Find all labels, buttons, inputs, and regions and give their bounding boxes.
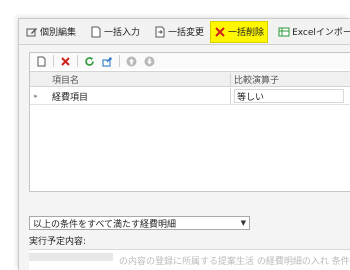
operator-value[interactable]: 等しい [234, 89, 344, 103]
bulk-input-label: 一括入力 [104, 28, 141, 38]
dialog-frame: 個別編集 一括入力 一括変更 一括削除 Excelインポー [18, 18, 350, 270]
bulk-delete-label: 一括削除 [228, 28, 265, 38]
exec-preview-text: の内容の登録に所属する提案生活 の経費明細の入れ 条件「経費項 [119, 257, 350, 267]
icon-separator [53, 55, 54, 67]
header-operator: 比較演算子 [230, 72, 350, 86]
toolbar: 個別編集 一括入力 一括変更 一括削除 Excelインポー [19, 19, 350, 45]
doc-icon [90, 26, 102, 38]
condition-panel: 項目名 比較演算子 ▸ 経費項目 等しい [29, 52, 350, 192]
move-down-icon[interactable] [143, 55, 156, 68]
x-icon [214, 26, 226, 38]
excel-import-label: Excelインポート [292, 28, 350, 38]
cell-operator[interactable]: 等しい [230, 88, 350, 104]
row-indicator-icon: ▸ [34, 92, 38, 100]
bulk-delete-button[interactable]: 一括削除 [210, 20, 269, 43]
header-field-name: 項目名 [52, 75, 80, 86]
new-doc-icon[interactable] [35, 55, 48, 68]
bulk-change-label: 一括変更 [168, 28, 205, 38]
redacted-block [29, 253, 113, 261]
refresh-icon[interactable] [83, 55, 96, 68]
excel-icon [278, 26, 290, 38]
doc-arrow-icon [154, 26, 166, 38]
chevron-down-icon: ▼ [240, 219, 246, 227]
export-icon[interactable] [101, 55, 114, 68]
individual-edit-button[interactable]: 個別編集 [22, 22, 80, 42]
condition-mode-value: 以上の条件をすべて満たす経費明細 [33, 219, 177, 230]
condition-toolbar [30, 53, 350, 69]
condition-mode-select[interactable]: 以上の条件をすべて満たす経費明細 ▼ [29, 216, 250, 230]
cell-field-name[interactable]: 経費項目 [42, 90, 230, 103]
individual-edit-label: 個別編集 [40, 28, 77, 38]
excel-import-button[interactable]: Excelインポート [274, 22, 350, 42]
edit-icon [26, 26, 38, 38]
move-up-icon[interactable] [125, 55, 138, 68]
grid-header: 項目名 比較演算子 [30, 71, 350, 87]
icon-separator [77, 55, 78, 67]
icon-separator [119, 55, 120, 67]
delete-icon[interactable] [59, 55, 72, 68]
exec-preview: の内容の登録に所属する提案生活 の経費明細の入れ 条件「経費項 [29, 249, 350, 270]
table-row[interactable]: ▸ 経費項目 等しい [30, 88, 350, 105]
exec-label: 実行予定内容: [29, 237, 87, 247]
bulk-change-button[interactable]: 一括変更 [150, 22, 208, 42]
bulk-input-button[interactable]: 一括入力 [86, 22, 144, 42]
